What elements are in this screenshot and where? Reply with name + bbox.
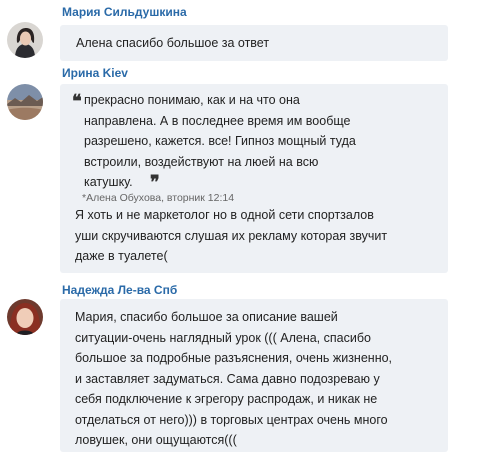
message-line: большое за подробные разъяснения, очень … (75, 351, 393, 365)
user-avatar-icon[interactable] (7, 22, 43, 58)
chat-feed: Мария Сильдушкина Алена спасибо большое … (0, 0, 478, 452)
quote-line: встроили, воздействуют на люей на всю (84, 154, 319, 169)
message-line: Мария, спасибо большое за описание вашей (75, 310, 338, 324)
message-bubble: Алена спасибо большое за ответ (60, 25, 448, 61)
quote-line: прекрасно понимаю, как и на что она (84, 93, 300, 107)
quote-line: разрешено, кажется. все! Гипноз мощный т… (84, 134, 356, 148)
message-line: ловушек, они ощущаются((( (75, 433, 237, 447)
quote-line: катушку. (84, 175, 133, 189)
author-name[interactable]: Мария Сильдушкина (62, 5, 187, 19)
quote-line: направлена. А в последнее время им вообщ… (84, 113, 351, 128)
author-name[interactable]: Ирина Kiev (62, 66, 128, 80)
message-line: и заставляет задуматься. Сама давно подо… (75, 371, 380, 386)
message-line: Я хоть и не маркетолог но в одной сети с… (75, 208, 374, 222)
user-avatar-icon[interactable] (7, 299, 43, 335)
message-text: Алена спасибо большое за ответ (76, 36, 270, 50)
quote-close-icon: ❞ (150, 172, 160, 193)
quote-open-icon: ❝ (72, 91, 82, 112)
author-name[interactable]: Надежда Ле-ва Спб (62, 283, 177, 297)
quote-citation: *Алена Обухова, вторник 12:14 (82, 192, 235, 204)
message-text: Я хоть и не маркетолог но в одной сети с… (75, 205, 455, 267)
message-line: даже в туалете( (75, 249, 168, 263)
user-avatar-icon[interactable] (7, 84, 43, 120)
message-line: уши скручиваются слушая их рекламу котор… (75, 228, 388, 243)
message-line: себя подключение к эгрегору распродаж, и… (75, 392, 378, 406)
message-line: отделаться от него))) в торговых центрах… (75, 412, 388, 427)
message-text: Мария, спасибо большое за описание вашей… (75, 307, 455, 451)
quote-block: прекрасно понимаю, как и на что она напр… (84, 90, 384, 193)
message-line: ситуации-очень наглядный урок ((( Алена,… (75, 330, 371, 345)
